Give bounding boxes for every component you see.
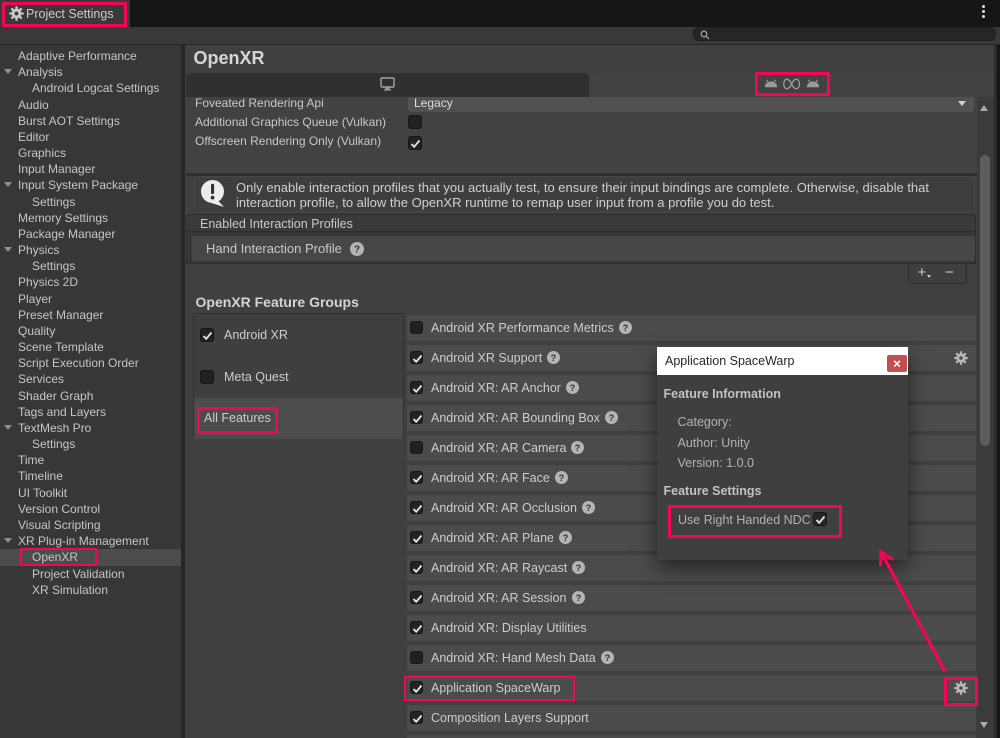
svg-text:?: ? [575,443,581,453]
svg-text:?: ? [551,353,557,363]
svg-text:?: ? [563,533,569,543]
svg-text:?: ? [576,563,582,573]
svg-text:?: ? [570,383,576,393]
svg-text:?: ? [609,413,615,423]
svg-text:?: ? [586,503,592,513]
svg-text:?: ? [575,593,581,603]
svg-text:?: ? [604,653,610,663]
svg-text:?: ? [353,244,359,255]
svg-text:?: ? [558,473,564,483]
svg-text:?: ? [622,323,628,333]
